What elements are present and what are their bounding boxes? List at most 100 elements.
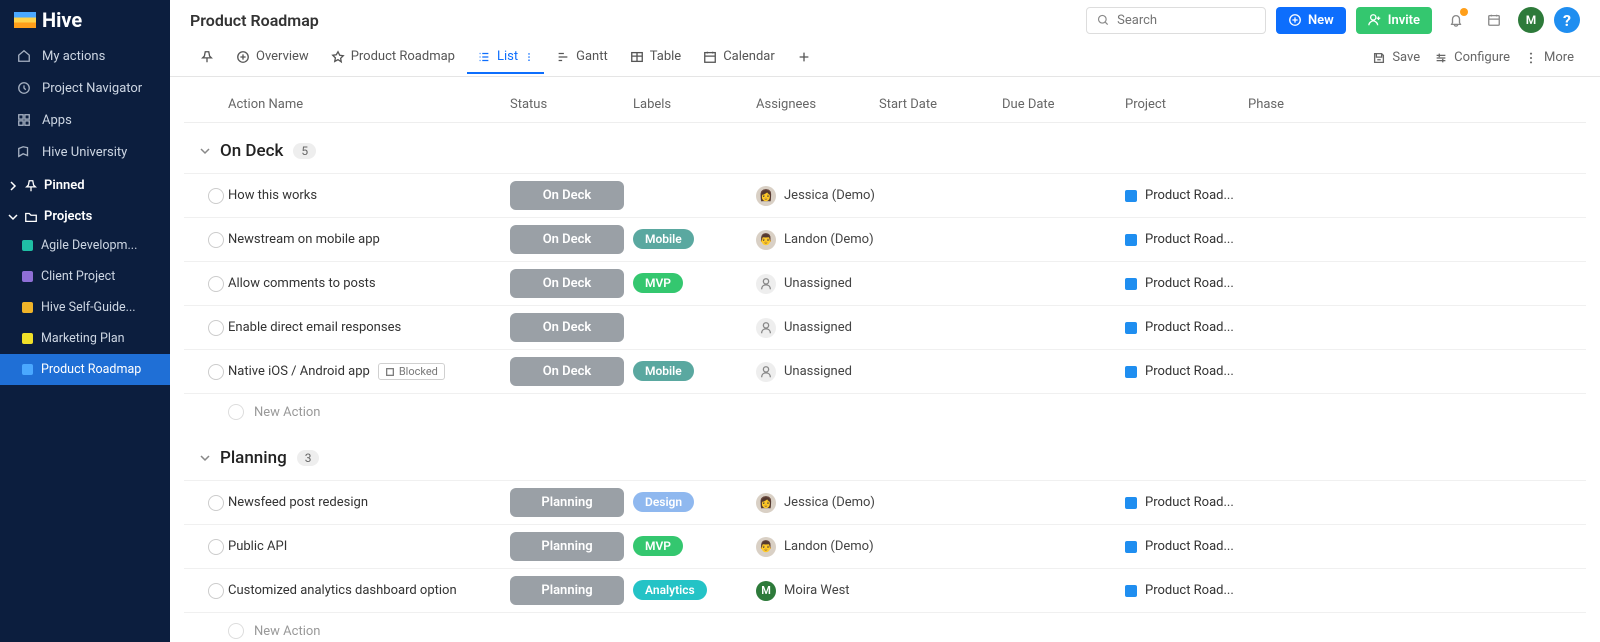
status-cell[interactable]: On Deck: [510, 357, 633, 386]
view-tab-table[interactable]: Table: [620, 41, 691, 74]
view-tab-calendar[interactable]: Calendar: [693, 41, 785, 74]
project-cell[interactable]: Product Road...: [1125, 232, 1248, 247]
assignee-cell[interactable]: 👩Jessica (Demo): [756, 493, 879, 513]
col-labels[interactable]: Labels: [633, 97, 756, 112]
project-cell[interactable]: Product Road...: [1125, 320, 1248, 335]
view-tab-gantt[interactable]: Gantt: [546, 41, 618, 74]
action-name-cell[interactable]: Newsfeed post redesign: [228, 495, 510, 510]
status-cell[interactable]: On Deck: [510, 269, 633, 298]
search-field[interactable]: [1117, 13, 1255, 28]
assignee-cell[interactable]: Unassigned: [756, 362, 879, 382]
nav-project-navigator[interactable]: Project Navigator: [0, 72, 170, 104]
labels-cell[interactable]: MVP: [633, 276, 756, 291]
project-cell[interactable]: Product Road...: [1125, 539, 1248, 554]
assignee-cell[interactable]: MMoira West: [756, 581, 879, 601]
action-row[interactable]: How this works On Deck 👩Jessica (Demo) P…: [184, 173, 1586, 217]
status-cell[interactable]: On Deck: [510, 225, 633, 254]
labels-cell[interactable]: Mobile: [633, 232, 756, 247]
row-complete-toggle[interactable]: [204, 583, 228, 599]
row-complete-toggle[interactable]: [204, 364, 228, 380]
col-due-date[interactable]: Due Date: [1002, 97, 1125, 112]
assignee-cell[interactable]: Unassigned: [756, 318, 879, 338]
assignee-cell[interactable]: 👨Landon (Demo): [756, 537, 879, 557]
new-action-button[interactable]: New Action: [184, 612, 1586, 642]
pin-view-button[interactable]: [190, 42, 224, 74]
nav-apps[interactable]: Apps: [0, 104, 170, 136]
col-start-date[interactable]: Start Date: [879, 97, 1002, 112]
assignee-cell[interactable]: Unassigned: [756, 274, 879, 294]
labels-cell[interactable]: Design: [633, 495, 756, 510]
status-cell[interactable]: Planning: [510, 576, 633, 605]
labels-cell[interactable]: MVP: [633, 539, 756, 554]
project-item[interactable]: Hive Self-Guide...: [0, 292, 170, 323]
project-item[interactable]: Agile Developm...: [0, 230, 170, 261]
status-cell[interactable]: On Deck: [510, 313, 633, 342]
new-action-button[interactable]: New Action: [184, 393, 1586, 430]
invite-button[interactable]: Invite: [1356, 7, 1432, 34]
action-name-cell[interactable]: Allow comments to posts: [228, 276, 510, 291]
action-row[interactable]: Enable direct email responses On Deck Un…: [184, 305, 1586, 349]
search-input[interactable]: [1086, 7, 1266, 34]
nav-hive-university[interactable]: Hive University: [0, 136, 170, 168]
project-cell[interactable]: Product Road...: [1125, 583, 1248, 598]
action-name-cell[interactable]: Public API: [228, 539, 510, 554]
action-name-cell[interactable]: How this works: [228, 188, 510, 203]
project-cell[interactable]: Product Road...: [1125, 276, 1248, 291]
group-header[interactable]: On Deck 5: [184, 123, 1586, 173]
help-button[interactable]: ?: [1554, 7, 1580, 33]
col-action-name[interactable]: Action Name: [228, 97, 510, 112]
new-button[interactable]: New: [1276, 7, 1346, 34]
group-header[interactable]: Planning 3: [184, 430, 1586, 480]
pinned-section[interactable]: Pinned: [0, 168, 170, 199]
notifications-button[interactable]: [1442, 6, 1470, 34]
project-item[interactable]: Marketing Plan: [0, 323, 170, 354]
search-icon: [1097, 13, 1109, 27]
logo[interactable]: Hive: [0, 0, 170, 40]
view-icon: [556, 50, 570, 64]
project-cell[interactable]: Product Road...: [1125, 364, 1248, 379]
configure-view[interactable]: Configure: [1428, 42, 1516, 73]
view-tab-product-roadmap[interactable]: Product Roadmap: [321, 41, 465, 74]
row-complete-toggle[interactable]: [204, 232, 228, 248]
action-row[interactable]: Public API Planning MVP 👨Landon (Demo) P…: [184, 524, 1586, 568]
save-view[interactable]: Save: [1366, 42, 1426, 73]
col-assignees[interactable]: Assignees: [756, 97, 879, 112]
action-row[interactable]: Newsfeed post redesign Planning Design 👩…: [184, 480, 1586, 524]
status-cell[interactable]: Planning: [510, 488, 633, 517]
view-tab-overview[interactable]: Overview: [226, 41, 319, 74]
project-item[interactable]: Product Roadmap: [0, 354, 170, 385]
projects-section[interactable]: Projects: [0, 199, 170, 230]
action-name-cell[interactable]: Newstream on mobile app: [228, 232, 510, 247]
row-complete-toggle[interactable]: [204, 539, 228, 555]
col-phase[interactable]: Phase: [1248, 97, 1348, 112]
assignee-cell[interactable]: 👨Landon (Demo): [756, 230, 879, 250]
column-headers: Action Name Status Labels Assignees Star…: [184, 87, 1586, 123]
more-view[interactable]: More: [1518, 42, 1580, 73]
status-cell[interactable]: On Deck: [510, 181, 633, 210]
project-cell[interactable]: Product Road...: [1125, 495, 1248, 510]
calendar-button[interactable]: [1480, 6, 1508, 34]
view-tab-list[interactable]: List: [467, 41, 544, 74]
nav-my-actions[interactable]: My actions: [0, 40, 170, 72]
action-row[interactable]: Allow comments to posts On Deck MVP Unas…: [184, 261, 1586, 305]
labels-cell[interactable]: Mobile: [633, 364, 756, 379]
col-project[interactable]: Project: [1125, 97, 1248, 112]
labels-cell[interactable]: Analytics: [633, 583, 756, 598]
action-row[interactable]: Customized analytics dashboard option Pl…: [184, 568, 1586, 612]
assignee-cell[interactable]: 👩Jessica (Demo): [756, 186, 879, 206]
avatar[interactable]: M: [1518, 7, 1544, 33]
row-complete-toggle[interactable]: [204, 188, 228, 204]
action-row[interactable]: Newstream on mobile app On Deck Mobile 👨…: [184, 217, 1586, 261]
project-item[interactable]: Client Project: [0, 261, 170, 292]
action-name-cell[interactable]: Enable direct email responses: [228, 320, 510, 335]
status-cell[interactable]: Planning: [510, 532, 633, 561]
action-name-cell[interactable]: Customized analytics dashboard option: [228, 583, 510, 598]
action-row[interactable]: Native iOS / Android appBlocked On Deck …: [184, 349, 1586, 393]
add-view-button[interactable]: [787, 42, 821, 74]
action-name-cell[interactable]: Native iOS / Android appBlocked: [228, 363, 510, 380]
project-cell[interactable]: Product Road...: [1125, 188, 1248, 203]
col-status[interactable]: Status: [510, 97, 633, 112]
row-complete-toggle[interactable]: [204, 495, 228, 511]
row-complete-toggle[interactable]: [204, 320, 228, 336]
row-complete-toggle[interactable]: [204, 276, 228, 292]
